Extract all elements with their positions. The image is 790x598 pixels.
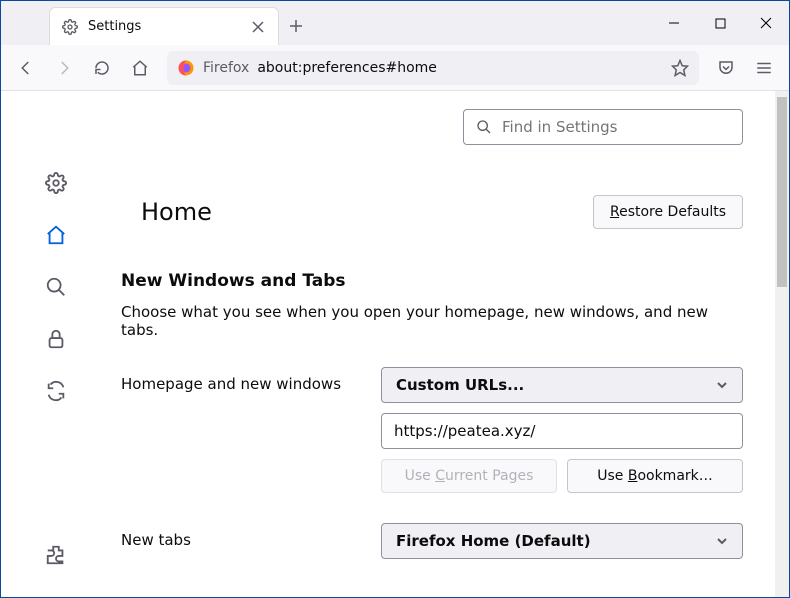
browser-tab[interactable]: Settings: [49, 7, 279, 45]
toolbar: Firefox about:preferences#home: [1, 45, 789, 91]
settings-sidebar: [1, 91, 111, 597]
sidebar-search-icon[interactable]: [44, 275, 68, 299]
scrollbar-thumb[interactable]: [777, 97, 787, 287]
sidebar-home-icon[interactable]: [44, 223, 68, 247]
homepage-url-input[interactable]: [381, 413, 743, 449]
pocket-button[interactable]: [709, 51, 743, 85]
titlebar: Settings: [1, 1, 789, 45]
newtabs-select-value: Firefox Home (Default): [396, 532, 591, 550]
tab-label: Settings: [88, 19, 240, 34]
bookmark-star-icon[interactable]: [671, 59, 689, 77]
address-bar[interactable]: Firefox about:preferences#home: [167, 51, 699, 85]
sidebar-privacy-icon[interactable]: [44, 327, 68, 351]
section-description: Choose what you see when you open your h…: [121, 303, 743, 339]
firefox-icon: [177, 59, 195, 77]
close-icon[interactable]: [250, 19, 266, 35]
settings-search[interactable]: [463, 109, 743, 145]
newtabs-label: New tabs: [121, 523, 381, 549]
close-button[interactable]: [743, 1, 789, 45]
chevron-down-icon: [716, 535, 728, 547]
browser-window: Settings Firefox about:preferences#home: [0, 0, 790, 598]
section-title: New Windows and Tabs: [121, 271, 743, 291]
chevron-down-icon: [716, 379, 728, 391]
maximize-button[interactable]: [697, 1, 743, 45]
newtabs-select[interactable]: Firefox Home (Default): [381, 523, 743, 559]
reload-button[interactable]: [85, 51, 119, 85]
home-button-toolbar[interactable]: [123, 51, 157, 85]
homepage-select-value: Custom URLs...: [396, 376, 524, 394]
url-text: about:preferences#home: [257, 60, 663, 76]
back-button[interactable]: [9, 51, 43, 85]
homepage-select[interactable]: Custom URLs...: [381, 367, 743, 403]
use-bookmark-button[interactable]: Use Bookmark…: [567, 459, 743, 493]
forward-button[interactable]: [47, 51, 81, 85]
restore-defaults-button[interactable]: Restore Defaults: [593, 195, 743, 229]
url-prefix: Firefox: [203, 60, 249, 76]
sidebar-extensions-icon[interactable]: [44, 543, 68, 567]
settings-search-input[interactable]: [502, 118, 730, 136]
page-title: Home: [141, 198, 212, 226]
homepage-label: Homepage and new windows: [121, 367, 381, 393]
settings-content: Home Restore Defaults New Windows and Ta…: [111, 91, 789, 597]
minimize-button[interactable]: [651, 1, 697, 45]
gear-icon: [62, 19, 78, 35]
menu-button[interactable]: [747, 51, 781, 85]
page-body: Home Restore Defaults New Windows and Ta…: [1, 91, 789, 597]
search-icon: [476, 119, 492, 135]
sidebar-sync-icon[interactable]: [44, 379, 68, 403]
window-controls: [651, 1, 789, 45]
new-tab-button[interactable]: [279, 7, 313, 45]
use-current-pages-button[interactable]: Use Current Pages: [381, 459, 557, 493]
sidebar-general-icon[interactable]: [44, 171, 68, 195]
scrollbar[interactable]: [775, 91, 789, 597]
